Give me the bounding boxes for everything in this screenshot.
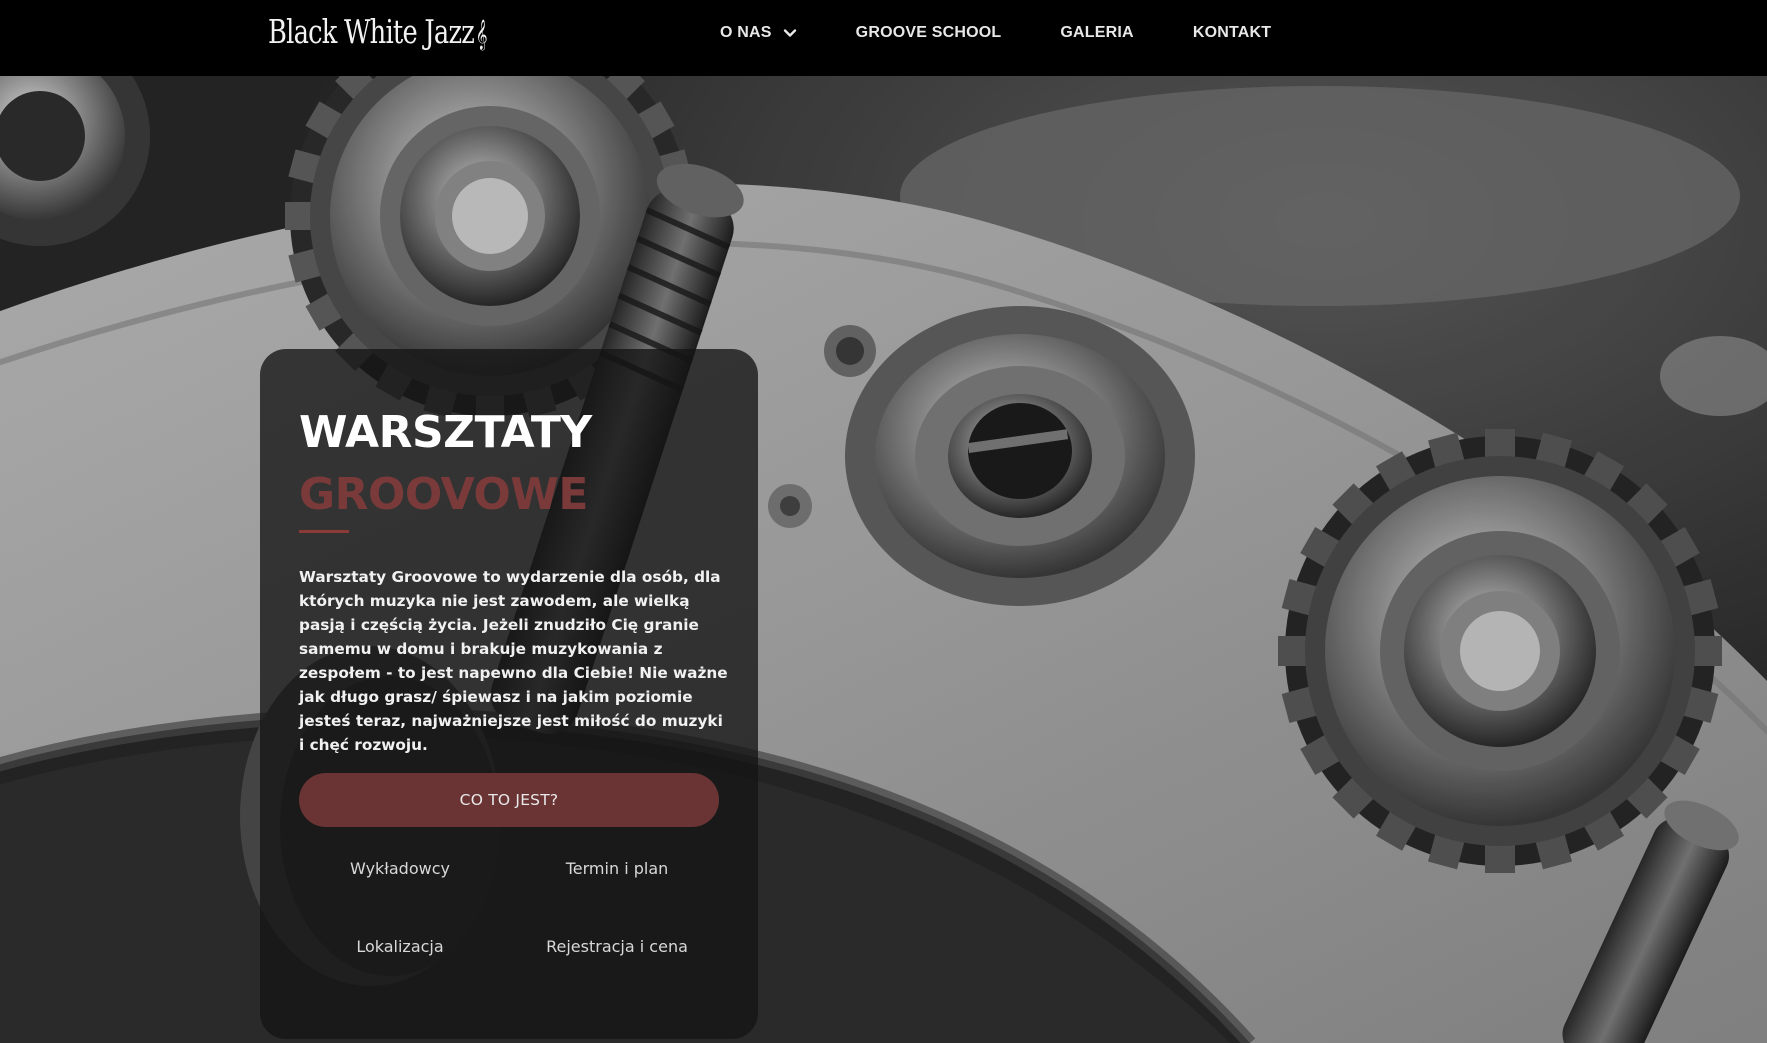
nav-item-label: GROOVE SCHOOL <box>855 24 1002 41</box>
link-termin-i-plan[interactable]: Termin i plan <box>517 859 717 878</box>
card-title-line1: WARSZTATY <box>299 407 592 458</box>
nav-item-kontakt[interactable]: KONTAKT <box>1193 24 1271 42</box>
card-description: Warsztaty Groovowe to wydarzenie dla osó… <box>299 568 728 754</box>
card-title-line2: GROOVOWE <box>299 469 588 520</box>
workshop-card: WARSZTATY GROOVOWE Warsztaty Groovowe to… <box>260 349 758 1039</box>
link-lokalizacja[interactable]: Lokalizacja <box>300 937 500 956</box>
nav-item-o-nas[interactable]: O NAS <box>720 24 797 42</box>
main-nav: O NAS GROOVE SCHOOL GALERIA KONTAKT <box>720 24 1271 42</box>
nav-item-label: KONTAKT <box>1192 24 1272 41</box>
site-header: Black White Jazz𝄞 O NAS GROOVE SCHOOL GA… <box>0 0 1767 76</box>
co-to-jest-button[interactable]: CO TO JEST? <box>299 773 719 827</box>
chevron-down-icon <box>783 29 796 37</box>
nav-item-label: GALERIA <box>1060 24 1134 41</box>
nav-item-groove-school[interactable]: GROOVE SCHOOL <box>856 24 1002 42</box>
link-rejestracja-i-cena[interactable]: Rejestracja i cena <box>517 937 717 956</box>
nav-item-label: O NAS <box>720 24 772 41</box>
site-logo[interactable]: Black White Jazz𝄞 <box>268 10 488 54</box>
clef-icon: 𝄞 <box>475 20 488 50</box>
link-wykladowcy[interactable]: Wykładowcy <box>300 859 500 878</box>
logo-text: Black White Jazz <box>268 12 475 51</box>
nav-item-galeria[interactable]: GALERIA <box>1060 24 1133 42</box>
title-divider <box>299 530 349 533</box>
